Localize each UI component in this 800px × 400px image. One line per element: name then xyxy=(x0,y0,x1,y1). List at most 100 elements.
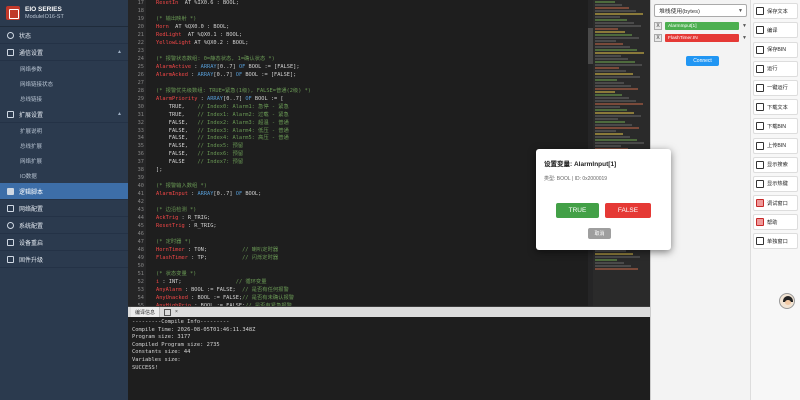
code-token: ARRAY xyxy=(207,95,223,102)
remove-variable-button[interactable]: X xyxy=(654,22,662,30)
sidebar-subitem[interactable]: IO数据 xyxy=(0,168,128,183)
line-number: 47 xyxy=(137,239,144,246)
cancel-button[interactable]: 取消 xyxy=(588,228,611,239)
dialog-variable-info: 类型: BOOL | ID: 0x2000019 xyxy=(544,176,608,182)
sidebar-subitem[interactable]: 网络参数 xyxy=(0,61,128,76)
code-token: YellowLight xyxy=(156,39,192,46)
code-token: AT %QX0.1 : BOOL; xyxy=(181,31,243,38)
line-number: 21 xyxy=(137,31,144,38)
code-token: // Index3: Alarm4: 低压 - 普通 xyxy=(197,127,289,134)
minimap-line xyxy=(595,139,637,141)
run-button[interactable]: 运行 xyxy=(753,60,798,77)
output-panel: 编译信息 × ---------Compile Info--------- Com… xyxy=(128,306,650,400)
download-text-button[interactable]: 下载文本 xyxy=(753,99,798,116)
download-bin-button[interactable]: 下载BIN xyxy=(753,118,798,135)
sidebar-item[interactable]: 固件升级 xyxy=(0,251,128,268)
chevron-up-icon: ▲ xyxy=(117,111,122,117)
connect-button[interactable]: Connect xyxy=(686,56,719,66)
remove-variable-button[interactable]: X xyxy=(654,34,662,42)
close-output-button[interactable]: × xyxy=(175,309,178,315)
code-line: i : INT; // 循环变量 xyxy=(156,279,588,287)
code-line: AnyAlarm : BOOL := FALSE; // 是否有任何报警 xyxy=(156,287,588,295)
sidebar-subitem[interactable]: 总线扩展 xyxy=(0,138,128,153)
tab-compile-info[interactable]: 编译信息 xyxy=(131,307,161,317)
output-line: Compiled Program size: 2735 xyxy=(132,341,220,348)
upload-bin-button[interactable]: 上传BIN xyxy=(753,137,798,154)
chevron-down-icon[interactable]: ▼ xyxy=(742,23,747,29)
code-line: AckTrig : R_TRIG; xyxy=(156,215,588,223)
brand-title: EIO SERIES xyxy=(25,5,62,13)
download-bin-icon xyxy=(756,122,764,131)
line-numbers: 17 18 19 20 21 22 23 24 25 26 27 28 29 30 31 32 33 34 35 36… xyxy=(128,0,146,317)
code-token: AT %IX0.6 : BOOL; xyxy=(178,0,239,6)
code-token: FALSE xyxy=(156,159,198,166)
avatar[interactable] xyxy=(779,293,795,309)
code-token: ARRAY xyxy=(197,71,214,78)
search-button[interactable]: 显示搜索 xyxy=(753,156,798,173)
compile-button[interactable]: 编译 xyxy=(753,22,798,39)
toolbar-button-label: 调试窗口 xyxy=(767,200,788,207)
window-button[interactable]: 单独窗口 xyxy=(753,233,798,250)
sidebar-subitem[interactable]: 网络扩展 xyxy=(0,153,128,168)
watch-variable-chip[interactable]: FlashTimer.IN xyxy=(665,34,740,42)
clear-icon[interactable] xyxy=(164,308,172,316)
window-icon xyxy=(756,237,764,246)
minimap-line xyxy=(595,142,644,144)
line-number: 38 xyxy=(137,167,144,174)
watch-variable-chip[interactable]: AlarmInput[1] xyxy=(665,22,740,30)
code-editor[interactable]: ResetIn AT %IX0.6 : BOOL; (* 输出映射 *) Horn … xyxy=(146,0,588,306)
code-token: BOOL := [ xyxy=(251,95,284,102)
script-icon xyxy=(7,187,14,195)
code-token: : BOOL := FALSE; xyxy=(181,286,243,293)
globe-icon xyxy=(7,204,14,212)
code-token: : xyxy=(191,63,201,70)
code-token: : xyxy=(197,95,208,102)
monitor-select[interactable]: 堆栈使用(bytes) ▼ xyxy=(654,4,747,17)
minimap-line xyxy=(595,46,630,48)
help-button[interactable]: 帮助 xyxy=(753,214,798,231)
sidebar-nav: 状态 通信设置 ▲ 网络参数 网络链接状态 总线链接 扩展设置 ▲ 扩展说明 总线扩展 网络扩展 IO… xyxy=(0,27,128,268)
set-true-button[interactable]: TRUE xyxy=(556,203,599,218)
code-line: Horn AT %QX0.0 : BOOL; xyxy=(156,24,588,32)
minimap-line xyxy=(595,49,637,51)
code-token: FALSE, xyxy=(156,135,198,142)
toolbar-button-label: 单独窗口 xyxy=(767,238,788,245)
debug-button[interactable]: 调试窗口 xyxy=(753,195,798,212)
minimap-line xyxy=(595,13,643,15)
sidebar-item[interactable]: 网络配置 xyxy=(0,200,128,217)
sidebar-item[interactable]: 状态 xyxy=(0,27,128,44)
upgrade-icon xyxy=(7,255,14,263)
sidebar-item[interactable]: 扩展设置 ▲ xyxy=(0,106,128,123)
sidebar-item[interactable]: 通信设置 ▲ xyxy=(0,44,128,61)
minimap-line xyxy=(595,58,628,60)
sidebar-item[interactable]: 系统配置 xyxy=(0,217,128,234)
sidebar-subitem[interactable]: 总线链接 xyxy=(0,91,128,106)
one-click-run-button[interactable]: 一键运行 xyxy=(753,79,798,96)
sidebar-subitem[interactable]: 扩展说明 xyxy=(0,123,128,138)
save-bin-button[interactable]: 保存BIN xyxy=(753,41,798,58)
line-number: 51 xyxy=(137,270,144,277)
save-text-button[interactable]: 保存文本 xyxy=(753,3,798,20)
code-token: Horn xyxy=(156,23,169,30)
sidebar-item[interactable]: 设备重启 xyxy=(0,234,128,251)
minimap-line xyxy=(595,130,616,132)
code-token: [0..7] xyxy=(213,191,236,198)
minimap-line xyxy=(595,28,618,30)
minimap-line xyxy=(595,67,619,69)
brand-subtitle: ModuleIO16-ST xyxy=(25,13,64,20)
sidebar-subitem[interactable]: 网络链接状态 xyxy=(0,76,128,91)
minimap-line xyxy=(595,250,626,252)
minimap-line xyxy=(595,61,635,63)
code-line: TRUE, // Index1: Alarm2: 过载 - 紧急 xyxy=(156,112,588,120)
code-line: ResetIn AT %IX0.6 : BOOL; xyxy=(156,0,588,8)
code-token: AckTrig xyxy=(156,215,179,222)
set-false-button[interactable]: FALSE xyxy=(605,203,651,218)
keyboard-button[interactable]: 显示热键 xyxy=(753,175,798,192)
chevron-down-icon[interactable]: ▼ xyxy=(742,35,747,41)
code-token: // Index5: 预留 xyxy=(197,143,244,150)
keyboard-icon xyxy=(756,179,764,188)
expand-icon xyxy=(7,110,14,118)
code-token: : TP; xyxy=(187,255,243,261)
sidebar-item[interactable]: 逻辑脚本 xyxy=(0,183,128,200)
